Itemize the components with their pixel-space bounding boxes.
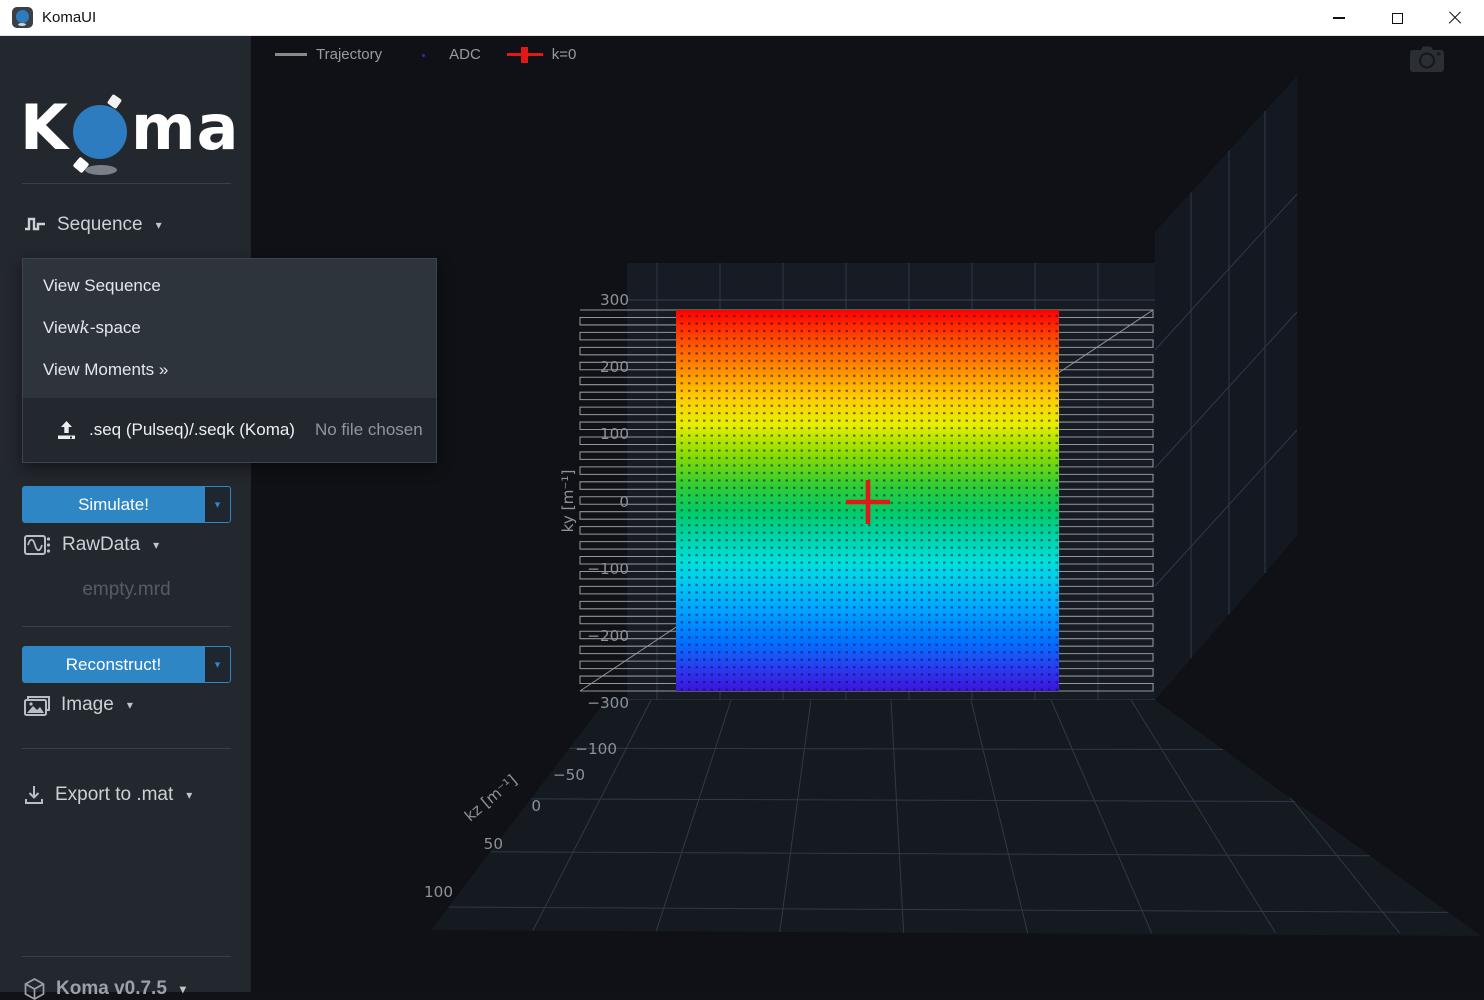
ky-axis-tick: −200 [587, 627, 629, 645]
sidebar-item-export-mat[interactable]: Export to .mat ▾ [24, 784, 192, 806]
reconstruct-dropdown-toggle[interactable]: ▾ [204, 647, 230, 682]
sidebar-item-image[interactable]: Image ▾ [24, 694, 133, 716]
sequence-label: Sequence [57, 214, 143, 236]
download-icon [24, 785, 44, 805]
koma-logo: K ma [20, 84, 240, 170]
chevron-down-icon: ▾ [156, 218, 162, 232]
app-icon [12, 7, 33, 28]
kz-axis-tick: 0 [531, 797, 541, 815]
adc-dot-swatch [408, 48, 440, 62]
simulate-dropdown-toggle[interactable]: ▾ [204, 487, 230, 522]
sequence-dropdown-menu: View Sequence View k-space View Moments … [22, 258, 437, 463]
kz-axis-tick: 50 [484, 835, 503, 853]
legend-item-trajectory[interactable]: Trajectory [275, 46, 382, 63]
image-label: Image [61, 694, 114, 716]
upload-status: No file chosen [315, 420, 423, 440]
kz-axis-tick: −100 [575, 740, 617, 758]
minimize-icon [1333, 17, 1345, 18]
seq-file-upload[interactable]: .seq (Pulseq)/.seqk (Koma) No file chose… [23, 398, 436, 462]
chevron-down-icon: ▾ [180, 982, 186, 996]
camera-icon [1407, 44, 1445, 76]
window-titlebar: KomaUI [0, 0, 1484, 36]
kz-axis-tick: 100 [424, 883, 453, 901]
divider [22, 956, 231, 957]
ky-axis-tick: 100 [600, 425, 629, 443]
math-k-glyph: k [80, 318, 90, 338]
minimize-button[interactable] [1310, 0, 1368, 36]
rawdata-filename: empty.mrd [22, 579, 231, 601]
menu-item-view-sequence[interactable]: View Sequence [23, 265, 436, 307]
kspace-3d-plot[interactable]: 300 200 100 0 −100 −200 −300 ky [m⁻¹] −100 −50 0 50… [251, 36, 1484, 992]
logo-letters-ma: ma [131, 91, 239, 164]
kspace-plot-panel: 300 200 100 0 −100 −200 −300 ky [m⁻¹] −100 −50 0 50… [251, 36, 1484, 992]
chevron-down-icon: ▾ [153, 538, 159, 552]
divider [22, 626, 231, 627]
ky-axis-tick: −100 [587, 560, 629, 578]
ky-axis-tick: 300 [600, 291, 629, 309]
version-selector[interactable]: Koma v0.7.5 ▾ [24, 978, 186, 1000]
simulate-button-label[interactable]: Simulate! [23, 487, 204, 522]
globe-icon [73, 105, 127, 159]
upload-label: .seq (Pulseq)/.seqk (Koma) [89, 420, 295, 440]
sequence-pulse-icon [24, 216, 46, 234]
window-title: KomaUI [42, 9, 96, 26]
reconstruct-button[interactable]: Reconstruct! ▾ [22, 646, 231, 683]
kz-axis-title: kz [m⁻¹] [461, 771, 520, 825]
rawdata-label: RawData [62, 534, 140, 556]
close-button[interactable] [1426, 0, 1484, 36]
kz-axis-tick: −50 [553, 766, 585, 784]
legend-trajectory-label: Trajectory [316, 46, 382, 63]
ky-axis-tick: 0 [619, 493, 629, 511]
rawdata-scope-icon [24, 535, 51, 555]
legend-item-adc[interactable]: ADC [408, 46, 481, 63]
chevron-down-icon: ▾ [186, 788, 192, 802]
upload-icon [56, 420, 77, 441]
divider [22, 748, 231, 749]
version-label: Koma v0.7.5 [56, 978, 167, 1000]
logo-letter-k: K [20, 91, 69, 164]
ky-axis-title: ky [m⁻¹] [559, 470, 577, 533]
rightwall-pane [1155, 76, 1297, 700]
ky-axis-tick: −300 [587, 694, 629, 712]
simulate-button[interactable]: Simulate! ▾ [22, 486, 231, 523]
legend-adc-label: ADC [449, 46, 481, 63]
divider [22, 183, 231, 184]
menu-item-view-moments[interactable]: View Moments » [23, 349, 436, 391]
chevron-down-icon: ▾ [127, 698, 133, 712]
sidebar-item-rawdata[interactable]: RawData ▾ [24, 534, 159, 556]
plot-legend: Trajectory ADC k=0 [275, 46, 576, 63]
k0-cross-swatch [507, 47, 543, 63]
legend-k0-label: k=0 [552, 46, 577, 63]
trajectory-line-swatch [275, 53, 307, 56]
export-label: Export to .mat [55, 784, 173, 806]
close-icon [1448, 11, 1462, 25]
package-icon [24, 978, 45, 1000]
reconstruct-button-label[interactable]: Reconstruct! [23, 647, 204, 682]
ky-axis-tick: 200 [600, 358, 629, 376]
sidebar: K ma Sequence ▾ Simulate! ▾ RawData ▾ em… [0, 36, 251, 992]
legend-item-k0[interactable]: k=0 [507, 46, 577, 63]
image-icon [24, 695, 50, 716]
menu-item-view-kspace[interactable]: View k-space [23, 307, 436, 349]
download-plot-camera-button[interactable] [1407, 44, 1445, 76]
maximize-button[interactable] [1368, 0, 1426, 36]
sidebar-item-sequence[interactable]: Sequence ▾ [24, 214, 162, 236]
floor-pane [431, 700, 1481, 936]
maximize-icon [1392, 13, 1403, 24]
